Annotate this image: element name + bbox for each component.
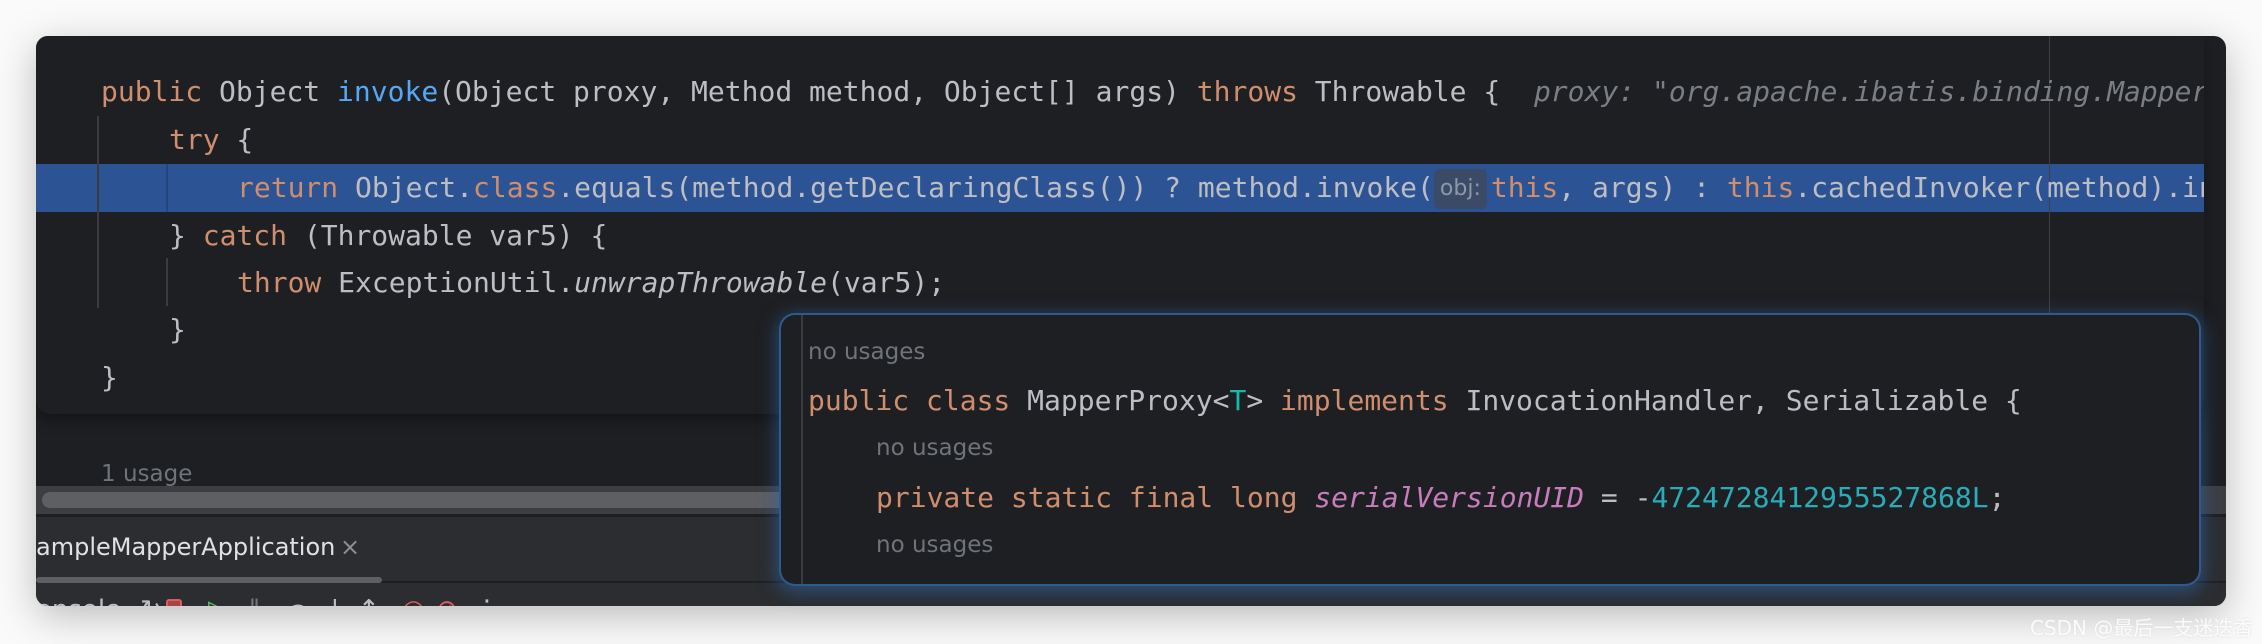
pause-icon[interactable]: ‖: [248, 595, 261, 606]
run-tab-label[interactable]: ampleMapperApplication: [36, 533, 335, 561]
resume-icon[interactable]: ▷: [208, 595, 228, 606]
watermark: CSDN @最后一支迷迭香: [2030, 616, 2254, 640]
more-icon[interactable]: ⋮: [474, 595, 500, 606]
code-line: public class MapperProxy<T> implements I…: [808, 384, 2022, 417]
active-tab-indicator: [36, 577, 382, 583]
inline-value-hint: proxy: "org.apache.ibatis.binding.Mapper…: [1533, 75, 2204, 108]
mute-breakpoints-icon[interactable]: ⊘: [436, 595, 458, 606]
parameter-hint: obj:: [1433, 169, 1487, 209]
console-tab[interactable]: onsole: [36, 595, 121, 606]
code-line: return Object.class.equals(method.getDec…: [237, 164, 2204, 212]
usage-hint: no usages: [876, 435, 994, 461]
declaration-preview-popup: no usages public class MapperProxy<T> im…: [781, 315, 2199, 584]
step-into-icon[interactable]: ↓: [324, 595, 346, 606]
code-line: try {: [169, 123, 254, 156]
step-out-icon[interactable]: ↑: [358, 595, 380, 606]
code-line: } catch (Throwable var5) {: [169, 219, 608, 252]
code-line: }: [101, 361, 118, 394]
usage-hint: no usages: [808, 339, 926, 365]
step-over-icon[interactable]: ⤼: [286, 595, 314, 606]
usage-hint: no usages: [876, 532, 994, 558]
indent-guide: [801, 315, 803, 584]
code-line: }: [169, 313, 186, 346]
breakpoints-icon[interactable]: ◎: [402, 595, 425, 606]
code-line: private static final long serialVersionU…: [876, 481, 2006, 514]
rerun-icon[interactable]: ↻: [140, 595, 162, 606]
indent-guide: [166, 258, 168, 306]
close-icon[interactable]: ×: [340, 533, 360, 561]
usage-hint[interactable]: 1 usage: [101, 461, 192, 487]
stop-icon[interactable]: [166, 599, 182, 606]
indent-guide: [166, 164, 168, 212]
code-line: throw ExceptionUtil.unwrapThrowable(var5…: [237, 266, 946, 299]
code-line: public Object invoke(Object proxy, Metho…: [101, 68, 2204, 116]
indent-guide: [97, 116, 99, 308]
